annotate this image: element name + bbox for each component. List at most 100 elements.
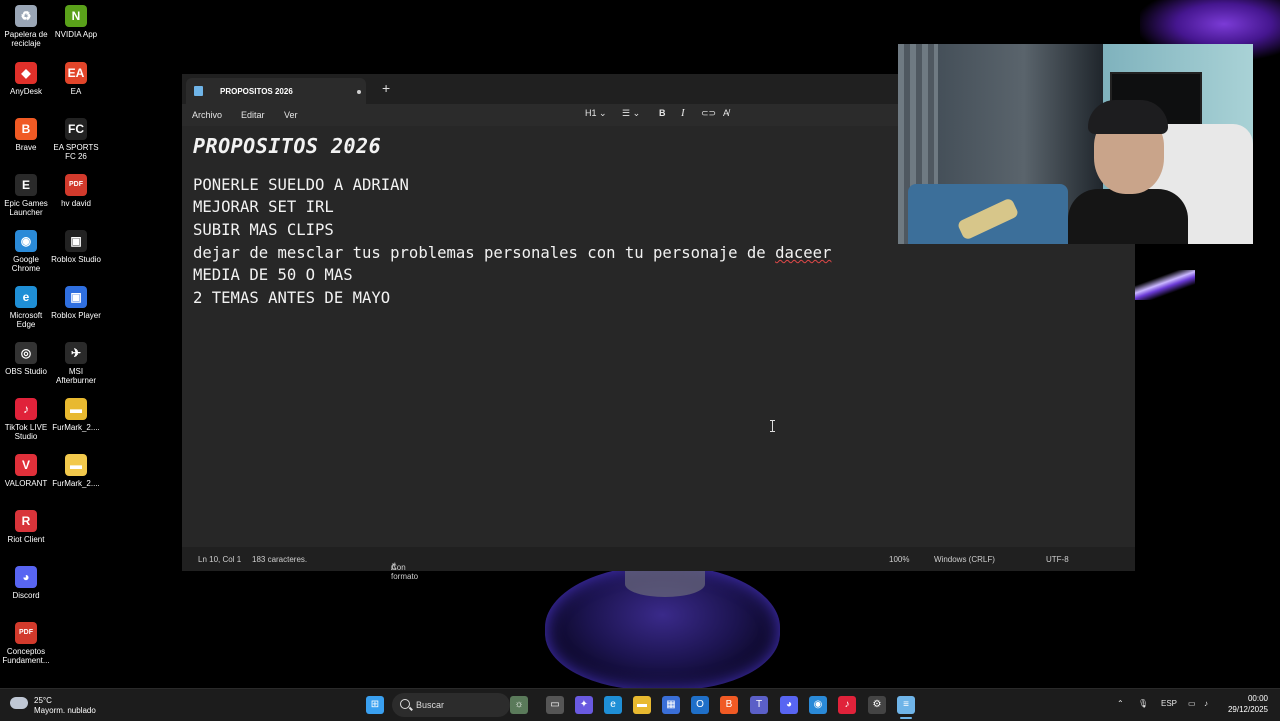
chevron-down-icon: ⌄ bbox=[599, 108, 607, 118]
desktop-icon[interactable]: e Microsoft Edge bbox=[0, 286, 52, 329]
desktop-icon-label: MSI Afterburner bbox=[55, 367, 97, 385]
edge-icon[interactable]: e bbox=[604, 696, 622, 714]
desktop-icon-label: FurMark_2.... bbox=[52, 479, 100, 488]
bold-button[interactable]: B bbox=[659, 108, 666, 118]
settings-icon[interactable]: ⚙ bbox=[868, 696, 886, 714]
line-ending[interactable]: Windows (CRLF) bbox=[934, 555, 995, 564]
recycle-bin-icon: ♻ bbox=[15, 5, 37, 27]
desktop-icon[interactable]: R Riot Client bbox=[0, 510, 52, 544]
brave-icon[interactable]: B bbox=[720, 696, 738, 714]
desktop-icon[interactable]: ▬ FurMark_2.... bbox=[50, 454, 102, 488]
cursor-position: Ln 10, Col 1 bbox=[198, 555, 242, 564]
search-label: Buscar bbox=[416, 700, 445, 710]
desktop-icon-label: Brave bbox=[15, 143, 37, 152]
tiktok-icon[interactable]: ♪ bbox=[838, 696, 856, 714]
copilot-icon[interactable]: ✦ bbox=[575, 696, 593, 714]
chrome-icon[interactable]: ◉ bbox=[809, 696, 827, 714]
desktop-icon-label: EA SPORTS FC 26 bbox=[53, 143, 99, 161]
desktop-icon[interactable]: ◕ Discord bbox=[0, 566, 52, 600]
desktop-icon[interactable]: PDF hv david bbox=[50, 174, 102, 208]
desktop-icon[interactable]: EA EA bbox=[50, 62, 102, 96]
search-icon bbox=[400, 699, 410, 709]
tab-title: PROPOSITOS 2026 bbox=[220, 87, 293, 96]
search-box[interactable]: Buscar bbox=[392, 693, 510, 717]
folder-icon: ▬ bbox=[65, 398, 87, 420]
desktop-icon[interactable]: ◉ Google Chrome bbox=[0, 230, 52, 273]
heading-label: H1 bbox=[585, 108, 597, 118]
microphone-icon[interactable]: 🎙︎ bbox=[1138, 699, 1148, 708]
doc-line-4-text: dejar de mesclar tus problemas personale… bbox=[193, 244, 832, 262]
desktop-icon[interactable]: V VALORANT bbox=[0, 454, 52, 488]
desktop-icon[interactable]: ♪ TikTok LIVE Studio bbox=[0, 398, 52, 441]
file-explorer-icon[interactable]: ▬ bbox=[633, 696, 651, 714]
desktop-icon[interactable]: ▣ Roblox Studio bbox=[50, 230, 102, 264]
valorant-icon: V bbox=[15, 454, 37, 476]
desktop-icon-label: hv david bbox=[61, 199, 91, 208]
weather-temp: 25°C bbox=[34, 696, 52, 705]
desktop-icon[interactable]: E Epic Games Launcher bbox=[0, 174, 52, 217]
clock[interactable]: 00:00 29/12/2025 bbox=[1224, 693, 1268, 715]
doc-line-2: MEJORAR SET IRL bbox=[193, 198, 334, 216]
notepad-doc-icon bbox=[194, 86, 203, 96]
brave-icon: B bbox=[15, 118, 37, 140]
italic-button[interactable]: I bbox=[681, 107, 685, 119]
doc-line-5: MEDIA DE 50 O MAS bbox=[193, 266, 353, 284]
pdf-file-icon: PDF bbox=[65, 174, 87, 196]
chevron-down-icon: ⌄ bbox=[632, 108, 641, 118]
desktop-icon-label: Discord bbox=[12, 591, 40, 600]
chrome-icon: ◉ bbox=[15, 230, 37, 252]
desktop-icon-label: Roblox Studio bbox=[51, 255, 101, 264]
wallpaper-light-streak bbox=[1135, 270, 1195, 300]
status-bar: Ln 10, Col 1 183 caracteres. A⃗ Con form… bbox=[182, 547, 1135, 581]
active-app-indicator bbox=[900, 717, 912, 719]
desktop-icon[interactable]: ▬ FurMark_2.... bbox=[50, 398, 102, 432]
desktop-icon[interactable]: B Brave bbox=[0, 118, 52, 152]
ea-icon: EA bbox=[65, 62, 87, 84]
menu-ver[interactable]: Ver bbox=[284, 110, 298, 120]
notepad-icon[interactable]: ≡ bbox=[897, 696, 915, 714]
desktop-icon[interactable]: N NVIDIA App bbox=[50, 5, 102, 39]
menu-archivo[interactable]: Archivo bbox=[192, 110, 222, 120]
desktop-icon[interactable]: ✈ MSI Afterburner bbox=[50, 342, 102, 385]
widgets-icon[interactable]: ☼ bbox=[510, 696, 528, 714]
desktop-icon[interactable]: ▣ Roblox Player bbox=[50, 286, 102, 320]
tab-propositos[interactable]: PROPOSITOS 2026 bbox=[186, 78, 366, 104]
teams-icon[interactable]: T bbox=[750, 696, 768, 714]
outlook-icon[interactable]: O bbox=[691, 696, 709, 714]
desktop-icon[interactable]: ◆ AnyDesk bbox=[0, 62, 52, 96]
start-icon[interactable]: ⊞ bbox=[366, 696, 384, 714]
desktop-icon[interactable]: PDF Conceptos Fundament... bbox=[0, 622, 52, 665]
desktop-icon-label: Google Chrome bbox=[11, 255, 41, 273]
language-indicator[interactable]: ESP bbox=[1161, 699, 1177, 708]
taskbar: 25°C Mayorm. nublado ⊞ ☼ ▭ ✦ e ▬ ▦ O B T ◕ ◉ ♪ ⚙ ≡ Bus… bbox=[0, 688, 1280, 721]
desktop-icon[interactable]: ◎ OBS Studio bbox=[0, 342, 52, 376]
store-icon[interactable]: ▦ bbox=[662, 696, 680, 714]
list-button[interactable]: ☰ ⌄ bbox=[622, 108, 640, 119]
tiktok-live-icon: ♪ bbox=[15, 398, 37, 420]
chevron-up-icon[interactable]: ⌃ bbox=[1117, 699, 1124, 708]
new-tab-button[interactable]: + bbox=[382, 80, 390, 96]
desktop-icon-label: AnyDesk bbox=[9, 87, 42, 96]
desktop-icon[interactable]: ♻ Papelera de reciclaje bbox=[0, 5, 52, 48]
roblox-studio-icon: ▣ bbox=[65, 230, 87, 252]
encoding[interactable]: UTF-8 bbox=[1046, 555, 1069, 564]
link-button[interactable]: ⊂⊃ bbox=[701, 108, 716, 119]
discord-icon[interactable]: ◕ bbox=[780, 696, 798, 714]
clock-time: 00:00 bbox=[1247, 694, 1268, 703]
heading-select[interactable]: H1 ⌄ bbox=[585, 108, 607, 119]
task-view-icon[interactable]: ▭ bbox=[546, 696, 564, 714]
volume-icon[interactable]: ♪ bbox=[1204, 699, 1208, 708]
monitor-icon[interactable]: ▭ bbox=[1188, 699, 1196, 708]
desktop-icon-label: Roblox Player bbox=[51, 311, 101, 320]
misspelled-word[interactable]: daceer bbox=[775, 244, 831, 262]
desktop-icon[interactable]: FC EA SPORTS FC 26 bbox=[50, 118, 102, 161]
doc-line-4: dejar de mesclar tus problemas personale… bbox=[193, 244, 831, 262]
roblox-player-icon: ▣ bbox=[65, 286, 87, 308]
zoom-level[interactable]: 100% bbox=[889, 555, 909, 564]
link-icon: ⊂⊃ bbox=[701, 108, 717, 118]
desktop-icon-label: FurMark_2.... bbox=[52, 423, 100, 432]
menu-editar[interactable]: Editar bbox=[241, 110, 265, 120]
text-cursor-icon bbox=[770, 420, 775, 432]
unsaved-dot-icon[interactable] bbox=[357, 90, 361, 94]
clear-format-button[interactable]: A̸ bbox=[723, 108, 729, 118]
